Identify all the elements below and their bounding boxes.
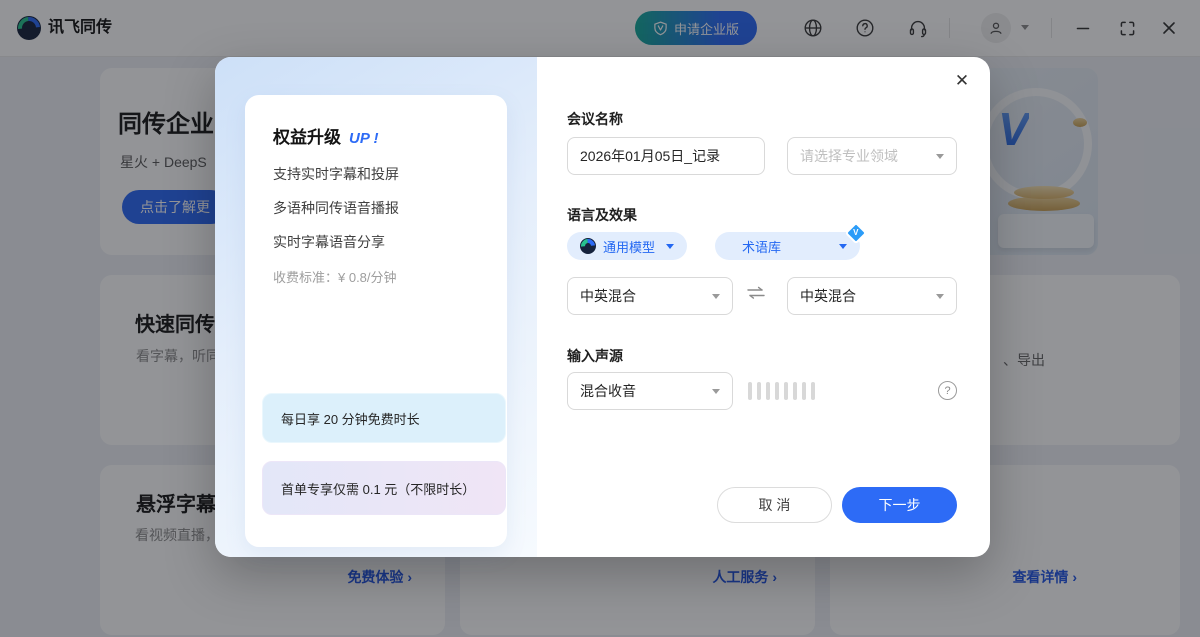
source-language-value: 中英混合 <box>580 286 636 306</box>
audio-level-meter <box>748 382 815 400</box>
audio-source-value: 混合收音 <box>580 381 636 401</box>
audio-source-label: 输入声源 <box>567 346 623 366</box>
benefits-panel: 权益升级 UP ! 支持实时字幕和投屏 多语种同传语音播报 实时字幕语音分享 收费… <box>215 57 537 557</box>
chevron-down-icon <box>936 294 944 299</box>
language-section-label: 语言及效果 <box>567 205 637 225</box>
audio-help-icon[interactable]: ? <box>938 381 957 400</box>
glossary-pill[interactable]: 术语库 V <box>715 232 860 260</box>
benefits-feature-list: 支持实时字幕和投屏 多语种同传语音播报 实时字幕语音分享 <box>273 157 399 259</box>
swap-languages-icon[interactable] <box>745 285 767 301</box>
up-badge: UP ! <box>349 130 378 147</box>
domain-select-placeholder: 请选择专业领域 <box>800 146 898 166</box>
model-pill[interactable]: 通用模型 <box>567 232 687 260</box>
app-window: 讯飞同传 申请企业版 <box>0 0 1200 637</box>
meeting-name-input[interactable] <box>567 137 765 175</box>
vip-badge-icon: V <box>845 222 868 245</box>
feature-item: 实时字幕语音分享 <box>273 225 399 259</box>
target-language-value: 中英混合 <box>800 286 856 306</box>
domain-select[interactable]: 请选择专业领域 <box>787 137 957 175</box>
first-order-promo: 首单专享仅需 0.1 元（不限时长） <box>262 461 506 515</box>
chevron-down-icon <box>712 294 720 299</box>
dialog-close-button[interactable]: ✕ <box>950 69 974 93</box>
feature-item: 多语种同传语音播报 <box>273 191 399 225</box>
glossary-pill-label: 术语库 <box>742 237 781 256</box>
chevron-down-icon <box>936 154 944 159</box>
benefits-card: 权益升级 UP ! 支持实时字幕和投屏 多语种同传语音播报 实时字幕语音分享 收费… <box>245 95 507 547</box>
chevron-down-icon <box>839 244 847 249</box>
source-language-select[interactable]: 中英混合 <box>567 277 733 315</box>
create-meeting-dialog: 权益升级 UP ! 支持实时字幕和投屏 多语种同传语音播报 实时字幕语音分享 收费… <box>215 57 990 557</box>
chevron-down-icon <box>712 389 720 394</box>
daily-free-promo: 每日享 20 分钟免费时长 <box>262 393 506 443</box>
benefits-title: 权益升级 UP ! <box>273 123 378 148</box>
target-language-select[interactable]: 中英混合 <box>787 277 957 315</box>
benefits-title-text: 权益升级 <box>273 128 341 147</box>
next-step-button[interactable]: 下一步 <box>842 487 957 523</box>
audio-source-select[interactable]: 混合收音 <box>567 372 733 410</box>
model-logo-icon <box>580 238 596 254</box>
model-pill-label: 通用模型 <box>603 237 655 256</box>
meeting-name-label: 会议名称 <box>567 109 623 129</box>
feature-item: 支持实时字幕和投屏 <box>273 157 399 191</box>
cancel-button[interactable]: 取 消 <box>717 487 832 523</box>
chevron-down-icon <box>666 244 674 249</box>
pricing-note: 收费标准：¥ 0.8/分钟 <box>273 267 397 286</box>
